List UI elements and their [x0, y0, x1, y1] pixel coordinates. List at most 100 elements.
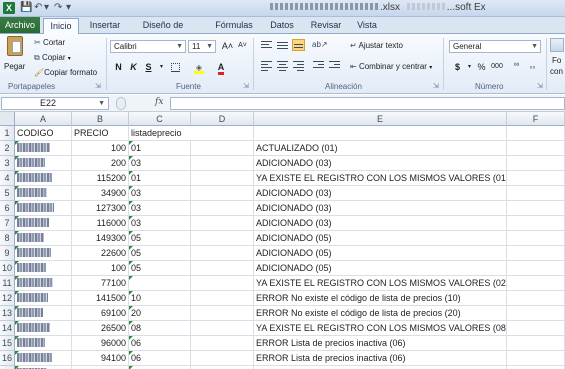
cell-e15[interactable]: ERROR Lista de precios inactiva (06) — [254, 336, 507, 351]
redo-icon[interactable]: ↷ — [54, 2, 62, 14]
cell-a8[interactable] — [15, 231, 72, 246]
cell-a9[interactable] — [15, 246, 72, 261]
cell-c11[interactable] — [129, 276, 191, 291]
row-header[interactable]: 9 — [0, 246, 15, 261]
customize-qat-icon[interactable]: ▾ — [66, 2, 71, 14]
cell-f16[interactable] — [507, 351, 565, 366]
clipboard-launcher-icon[interactable]: ⇲ — [95, 81, 101, 92]
row-header[interactable]: 3 — [0, 156, 15, 171]
increase-decimal-button[interactable]: ⁰⁰ — [510, 61, 523, 74]
cell-d16[interactable] — [191, 351, 254, 366]
formula-bar-grip-icon[interactable] — [116, 97, 126, 110]
cell-a14[interactable] — [15, 321, 72, 336]
cell-a16[interactable] — [15, 351, 72, 366]
cell-e2[interactable]: ACTUALIZADO (01) — [254, 141, 507, 156]
decrease-indent-icon[interactable] — [312, 59, 325, 71]
row-header[interactable]: 8 — [0, 231, 15, 246]
font-color-button[interactable]: A — [212, 61, 230, 75]
cell-c14[interactable]: 08 — [129, 321, 191, 336]
cell-c5[interactable]: 03 — [129, 186, 191, 201]
cell-b3[interactable]: 200 — [72, 156, 129, 171]
cell-c13[interactable]: 20 — [129, 306, 191, 321]
cell-a4[interactable] — [15, 171, 72, 186]
cell-d6[interactable] — [191, 201, 254, 216]
cell-c9[interactable]: 05 — [129, 246, 191, 261]
cell-f3[interactable] — [507, 156, 565, 171]
cell-b8[interactable]: 149300 — [72, 231, 129, 246]
cell-b15[interactable]: 96000 — [72, 336, 129, 351]
row-header[interactable]: 16 — [0, 351, 15, 366]
bold-button[interactable]: N — [112, 61, 125, 74]
cell-e10[interactable]: ADICIONADO (05) — [254, 261, 507, 276]
row-header[interactable]: 14 — [0, 321, 15, 336]
row-header[interactable]: 4 — [0, 171, 15, 186]
grow-font-button[interactable]: A˄ — [221, 40, 234, 53]
column-header-f[interactable]: F — [507, 112, 565, 126]
tab-datos[interactable]: Datos — [266, 18, 298, 34]
row-header[interactable]: 13 — [0, 306, 15, 321]
row-header[interactable]: 12 — [0, 291, 15, 306]
cell-b14[interactable]: 26500 — [72, 321, 129, 336]
cell-d3[interactable] — [191, 156, 254, 171]
cell-d2[interactable] — [191, 141, 254, 156]
cell-f5[interactable] — [507, 186, 565, 201]
cell-d10[interactable] — [191, 261, 254, 276]
italic-button[interactable]: K — [127, 61, 140, 74]
cell-e12[interactable]: ERROR No existe el código de lista de pr… — [254, 291, 507, 306]
cell-c12[interactable]: 10 — [129, 291, 191, 306]
underline-button[interactable]: S — [142, 61, 155, 74]
cell-f9[interactable] — [507, 246, 565, 261]
cell-e6[interactable]: ADICIONADO (03) — [254, 201, 507, 216]
cell-a12[interactable] — [15, 291, 72, 306]
cell-d4[interactable] — [191, 171, 254, 186]
align-middle-icon[interactable] — [276, 39, 289, 51]
cell-b4[interactable]: 115200 — [72, 171, 129, 186]
cell-a5[interactable] — [15, 186, 72, 201]
thousands-button[interactable]: 000 — [489, 61, 505, 74]
row-header[interactable]: 1 — [0, 126, 15, 141]
cell-f11[interactable] — [507, 276, 565, 291]
cell-b16[interactable]: 94100 — [72, 351, 129, 366]
align-center-icon[interactable] — [276, 59, 289, 71]
copy-button[interactable]: ⧉ Copiar ▾ — [34, 52, 71, 65]
formula-input[interactable] — [170, 97, 565, 110]
column-header-c[interactable]: C — [129, 112, 191, 126]
fill-color-button[interactable]: ◈ — [190, 61, 208, 74]
wrap-text-button[interactable]: ↵ Ajustar texto — [350, 40, 403, 51]
name-box[interactable]: E22 ▼ — [1, 97, 109, 110]
cell-b10[interactable]: 100 — [72, 261, 129, 276]
excel-app-icon[interactable]: X — [3, 2, 15, 14]
row-header[interactable]: 15 — [0, 336, 15, 351]
cell-a15[interactable] — [15, 336, 72, 351]
format-painter-button[interactable]: 🖌Copiar formato — [34, 67, 97, 78]
column-header-e[interactable]: E — [254, 112, 507, 126]
conditional-format-button[interactable]: Fo con — [550, 38, 565, 78]
cell-a2[interactable] — [15, 141, 72, 156]
tab-diseno-pagina[interactable]: Diseño de página — [131, 18, 195, 45]
cell-d1[interactable] — [191, 126, 254, 141]
cell-a3[interactable] — [15, 156, 72, 171]
cell-c1[interactable]: listadeprecio — [129, 126, 191, 141]
font-name-select[interactable]: Calibri ▼ — [110, 40, 186, 53]
cell-c10[interactable]: 05 — [129, 261, 191, 276]
cell-d14[interactable] — [191, 321, 254, 336]
cell-d9[interactable] — [191, 246, 254, 261]
tab-file[interactable]: Archivo — [0, 17, 40, 33]
cell-f13[interactable] — [507, 306, 565, 321]
cell-e11[interactable]: YA EXISTE EL REGISTRO CON LOS MISMOS VAL… — [254, 276, 507, 291]
cell-c16[interactable]: 06 — [129, 351, 191, 366]
align-left-icon[interactable] — [260, 59, 273, 71]
font-launcher-icon[interactable]: ⇲ — [243, 81, 249, 92]
number-format-select[interactable]: General ▼ — [449, 40, 541, 53]
select-all-button[interactable] — [0, 112, 15, 126]
tab-insertar[interactable]: Insertar — [84, 18, 126, 34]
align-top-icon[interactable] — [260, 39, 273, 51]
cell-d5[interactable] — [191, 186, 254, 201]
orientation-icon[interactable]: ab↗ — [312, 39, 328, 51]
cell-b1[interactable]: PRECIO — [72, 126, 129, 141]
cell-f12[interactable] — [507, 291, 565, 306]
cell-c2[interactable]: 01 — [129, 141, 191, 156]
cell-a11[interactable] — [15, 276, 72, 291]
insert-function-icon[interactable]: fx — [155, 97, 163, 107]
row-header[interactable]: 7 — [0, 216, 15, 231]
